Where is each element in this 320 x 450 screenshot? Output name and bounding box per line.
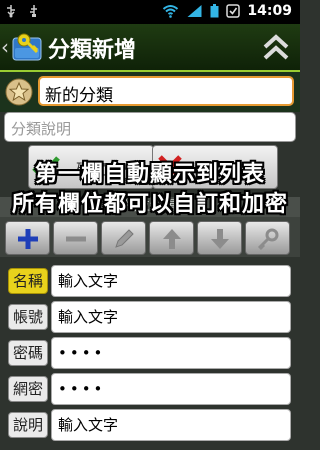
field-value[interactable]: 輸入文字 [51, 265, 291, 297]
overlay-caption: 第一欄自動顯示到列表 所有欄位都可以自訂和加密 [0, 160, 300, 220]
title-bar: ‹ 分類新增 [0, 24, 300, 72]
alarm-icon [226, 4, 241, 18]
back-chevron-icon[interactable]: ‹ [1, 35, 9, 59]
signal-icon [187, 5, 202, 17]
remove-icon [66, 236, 86, 242]
wifi-icon [163, 5, 179, 18]
move-up-button[interactable] [149, 221, 194, 255]
field-row-name[interactable]: 名稱 輸入文字 [0, 264, 300, 300]
move-down-button[interactable] [197, 221, 242, 255]
page-title: 分類新增 [48, 38, 137, 63]
caption-line-1: 第一欄自動顯示到列表 [34, 162, 265, 187]
remove-field-button[interactable] [53, 221, 98, 255]
field-value[interactable]: •••• [51, 373, 291, 405]
field-value[interactable]: •••• [51, 337, 291, 369]
field-label[interactable]: 密碼 [8, 340, 48, 366]
add-field-button[interactable] [5, 221, 50, 255]
field-row-web-password[interactable]: 網密 •••• [0, 372, 300, 408]
field-row-account[interactable]: 帳號 輸入文字 [0, 300, 300, 336]
field-row-description[interactable]: 說明 輸入文字 [0, 408, 300, 444]
field-toolbar [0, 217, 300, 257]
battery-icon [210, 4, 219, 18]
move-up-icon [163, 229, 181, 249]
category-description-input[interactable]: 分類說明 [4, 112, 296, 142]
name-row: 新的分類 [0, 72, 300, 112]
edit-icon [115, 229, 134, 248]
double-chevron-up-icon[interactable] [262, 33, 290, 61]
move-down-icon [211, 229, 229, 249]
field-label[interactable]: 網密 [8, 376, 48, 402]
field-label[interactable]: 帳號 [8, 304, 48, 330]
field-label[interactable]: 名稱 [8, 268, 48, 294]
key-app-icon[interactable] [11, 30, 43, 62]
key-icon [257, 228, 279, 251]
field-label[interactable]: 說明 [8, 412, 48, 438]
encrypt-field-button[interactable] [245, 221, 290, 255]
status-bar: 14:09 [0, 0, 300, 24]
field-value[interactable]: 輸入文字 [51, 409, 291, 441]
clock: 14:09 [247, 3, 292, 19]
caption-line-2: 所有欄位都可以自訂和加密 [11, 192, 288, 217]
category-name-input[interactable]: 新的分類 [38, 76, 294, 106]
usb-icon [7, 5, 15, 18]
field-value[interactable]: 輸入文字 [51, 301, 291, 333]
edit-field-button[interactable] [101, 221, 146, 255]
add-icon [18, 229, 38, 249]
field-row-password[interactable]: 密碼 •••• [0, 336, 300, 372]
usb-debug-icon [30, 5, 37, 17]
star-icon[interactable] [5, 78, 33, 106]
